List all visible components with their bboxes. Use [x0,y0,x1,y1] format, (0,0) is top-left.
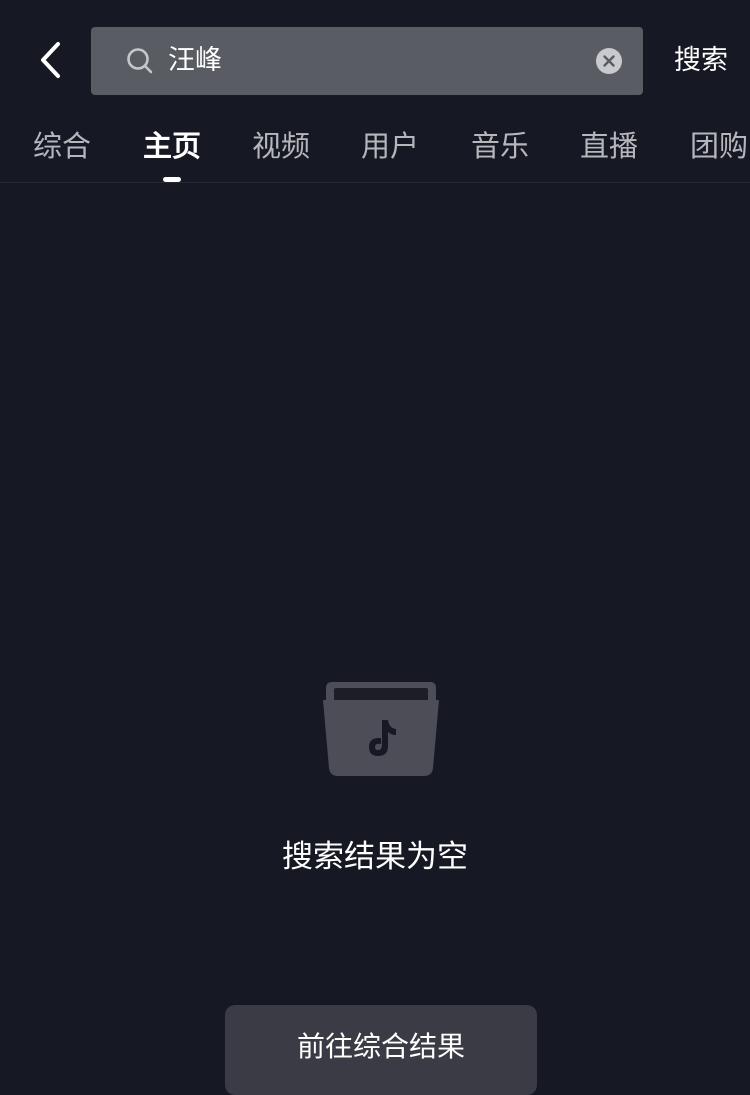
tab-music[interactable]: 音乐 [471,120,529,172]
tab-general[interactable]: 综合 [33,120,91,172]
active-tab-indicator [163,177,181,182]
search-input[interactable]: 汪峰 [168,27,222,95]
search-header: 汪峰 搜索 [0,0,750,120]
empty-result-message: 搜索结果为空 [282,839,468,875]
tab-homepage[interactable]: 主页 [143,120,201,172]
chevron-left-icon [41,42,60,78]
clear-icon[interactable] [596,48,622,74]
tab-group-buy[interactable]: 团购 [690,120,748,172]
search-icon [127,48,153,74]
search-tabs: 综合 主页 视频 用户 音乐 直播 团购 [0,120,750,183]
tab-users[interactable]: 用户 [361,120,419,172]
search-box[interactable]: 汪峰 [91,27,643,95]
back-button[interactable] [28,36,76,84]
tiktok-folder-icon [323,682,439,776]
tab-live[interactable]: 直播 [580,120,638,172]
search-submit-button[interactable]: 搜索 [674,27,728,95]
tab-videos[interactable]: 视频 [252,120,310,172]
goto-general-results-button[interactable]: 前往综合结果 [225,1005,537,1095]
